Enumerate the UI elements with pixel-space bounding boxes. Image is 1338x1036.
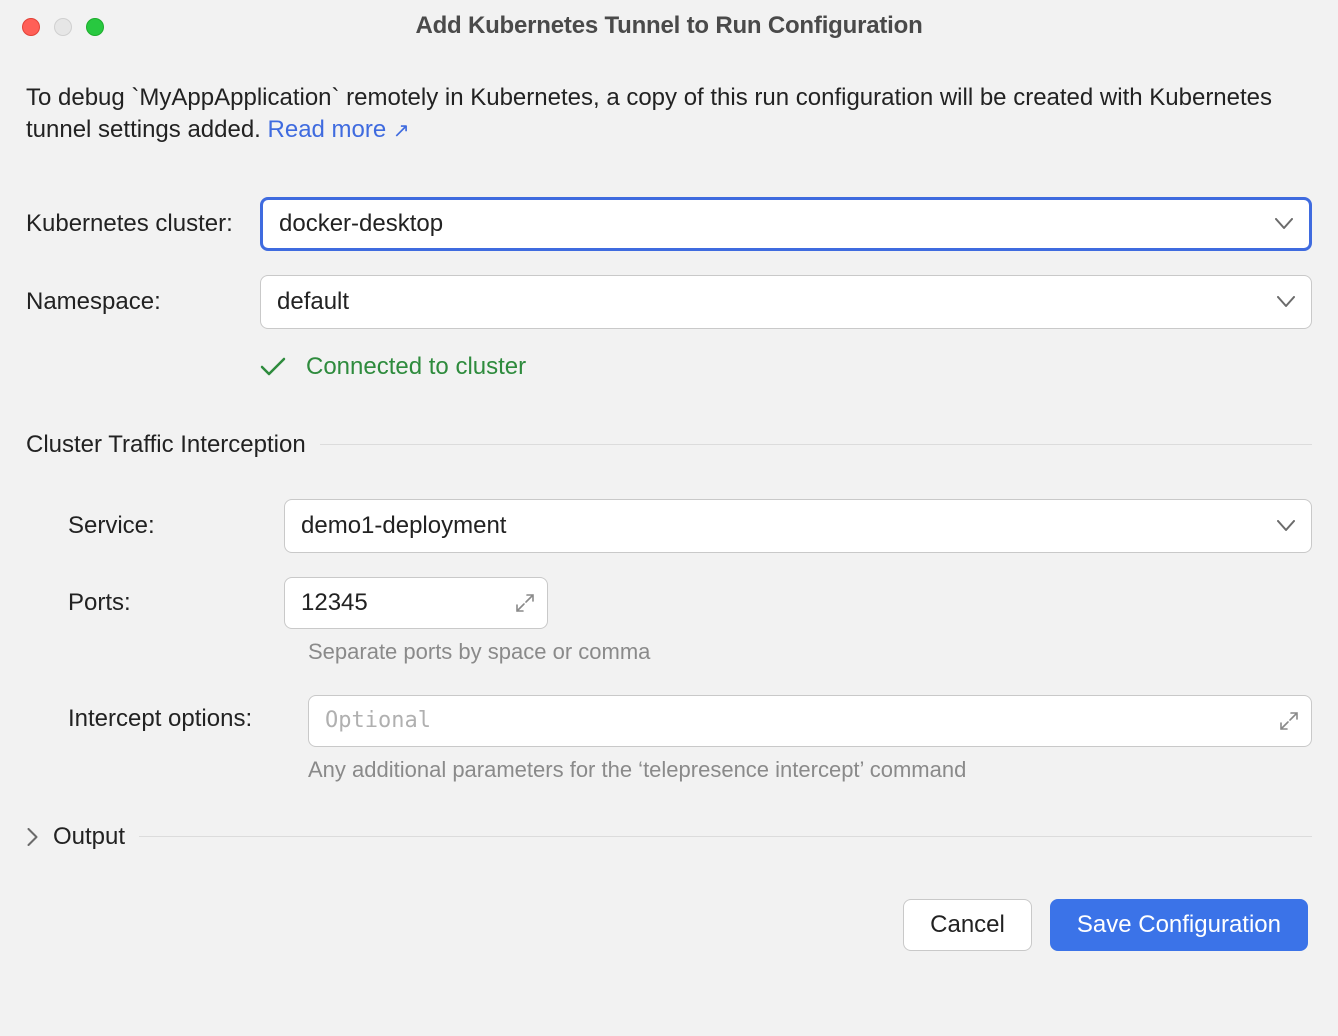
service-value: demo1-deployment	[301, 512, 506, 540]
close-window-button[interactable]	[22, 18, 40, 36]
cluster-select[interactable]: docker-desktop	[260, 197, 1312, 251]
external-link-icon: ↗	[393, 120, 410, 142]
chevron-down-icon	[1275, 218, 1293, 230]
divider	[320, 444, 1312, 445]
chevron-down-icon	[1277, 520, 1295, 532]
check-icon	[260, 357, 286, 377]
service-label: Service:	[26, 512, 260, 540]
expand-icon[interactable]	[515, 593, 535, 613]
chevron-down-icon	[1277, 296, 1295, 308]
divider	[139, 836, 1312, 837]
titlebar: Add Kubernetes Tunnel to Run Configurati…	[0, 0, 1338, 52]
connection-status: Connected to cluster	[260, 353, 1312, 381]
ports-hint: Separate ports by space or comma	[308, 639, 1312, 665]
minimize-window-button[interactable]	[54, 18, 72, 36]
intro-text: To debug `MyAppApplication` remotely in …	[26, 82, 1312, 147]
read-more-label: Read more	[268, 116, 387, 143]
intercept-label: Intercept options:	[26, 695, 284, 733]
status-text: Connected to cluster	[306, 353, 526, 381]
intercept-input[interactable]: Optional	[308, 695, 1312, 747]
maximize-window-button[interactable]	[86, 18, 104, 36]
cancel-button-label: Cancel	[930, 911, 1005, 939]
save-button-label: Save Configuration	[1077, 911, 1281, 939]
cancel-button[interactable]: Cancel	[903, 899, 1032, 951]
window-controls	[22, 18, 104, 36]
section-traffic-title: Cluster Traffic Interception	[26, 431, 306, 459]
section-traffic-header: Cluster Traffic Interception	[26, 431, 1312, 459]
namespace-value: default	[277, 288, 349, 316]
section-output-header[interactable]: Output	[26, 823, 1312, 851]
service-select[interactable]: demo1-deployment	[284, 499, 1312, 553]
ports-label: Ports:	[26, 589, 260, 617]
namespace-label: Namespace:	[26, 288, 260, 316]
ports-input[interactable]: 12345	[284, 577, 548, 629]
save-configuration-button[interactable]: Save Configuration	[1050, 899, 1308, 951]
intercept-hint: Any additional parameters for the ‘telep…	[308, 757, 1312, 783]
read-more-link[interactable]: Read more ↗	[268, 116, 410, 143]
expand-icon[interactable]	[1279, 711, 1299, 731]
ports-value: 12345	[301, 589, 368, 617]
dialog-footer: Cancel Save Configuration	[26, 899, 1312, 951]
intercept-placeholder: Optional	[325, 708, 431, 733]
section-output-title: Output	[53, 823, 125, 851]
cluster-label: Kubernetes cluster:	[26, 210, 260, 238]
namespace-select[interactable]: default	[260, 275, 1312, 329]
window-title: Add Kubernetes Tunnel to Run Configurati…	[20, 12, 1318, 40]
chevron-right-icon	[26, 828, 39, 846]
intro-body: To debug `MyAppApplication` remotely in …	[26, 84, 1272, 143]
cluster-value: docker-desktop	[279, 210, 443, 238]
